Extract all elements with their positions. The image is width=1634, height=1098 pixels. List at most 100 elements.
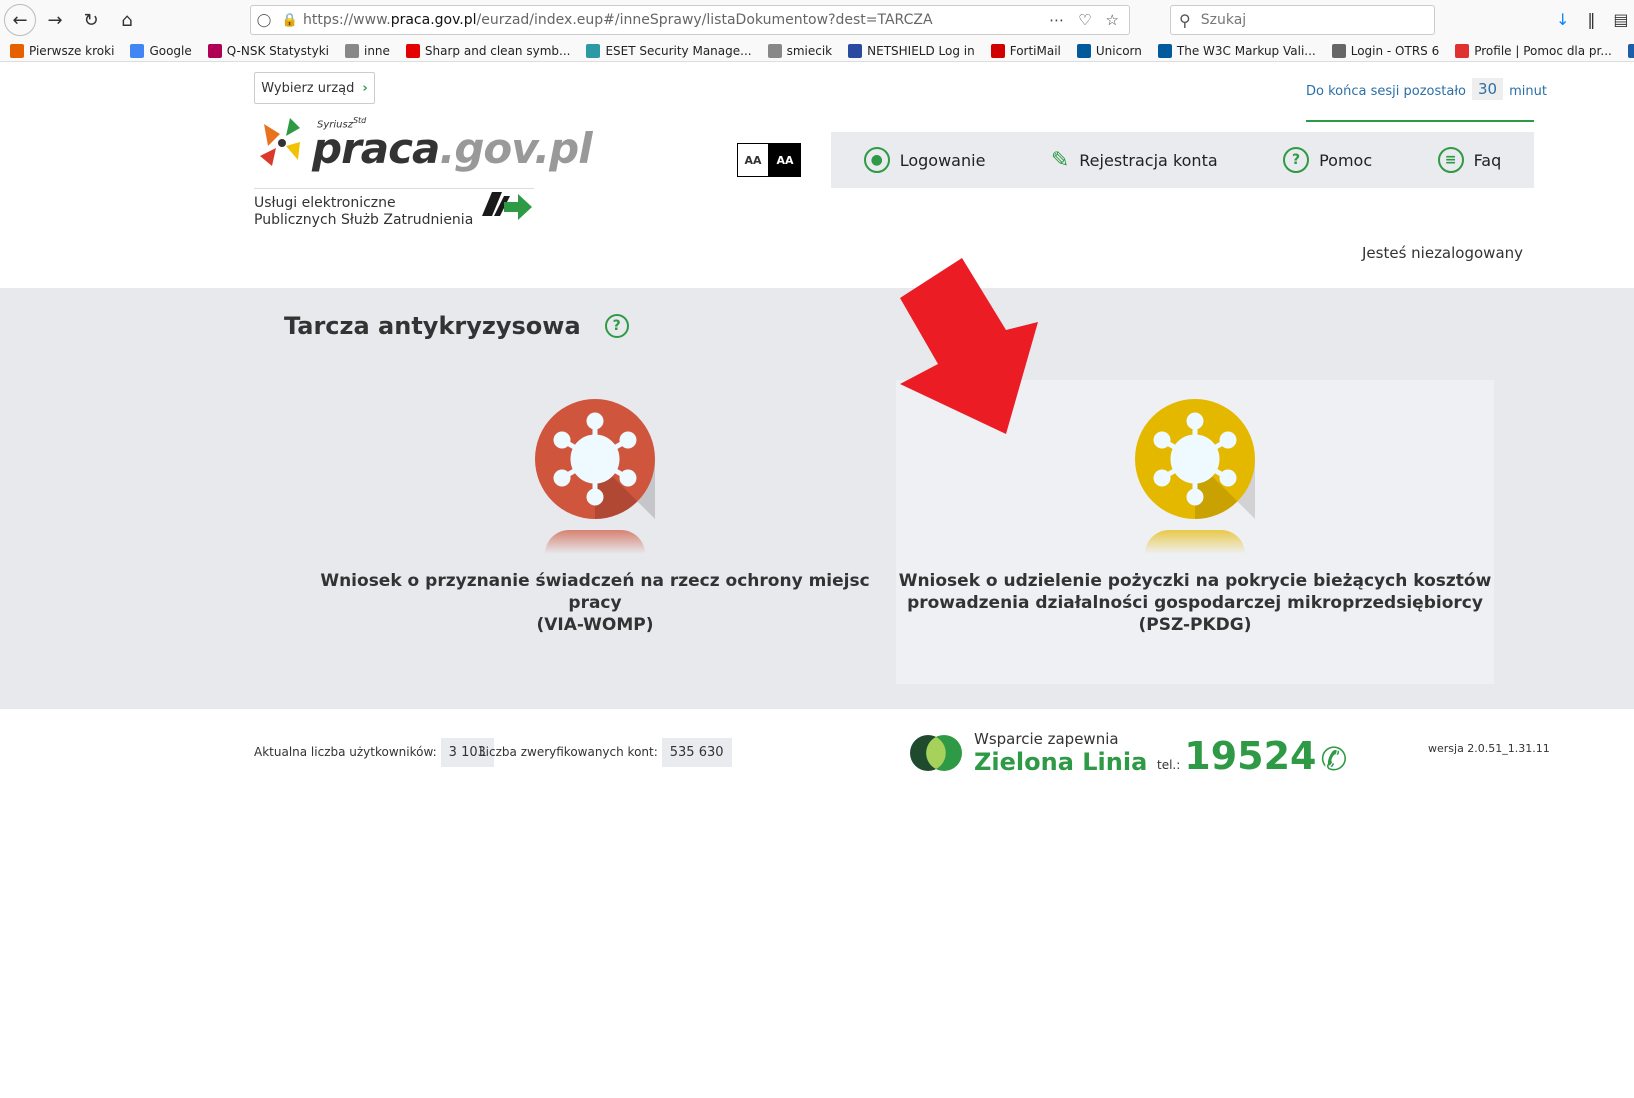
bookmark-label: Sharp and clean symb... [424,43,571,58]
session-unit: minut [1509,84,1547,99]
font-contrast-button[interactable]: AA [769,143,801,177]
verified-value: 535 630 [661,737,732,767]
url-path: /eurzad/index.eup#/inneSprawy/listaDokum… [476,12,933,28]
reload-icon[interactable]: ↻ [74,3,108,37]
bookmark-item[interactable]: Unicorn [1076,43,1142,58]
phone-icon: ✆ [1320,740,1348,778]
opera-icon [1455,43,1470,58]
help-icon[interactable]: ? [604,314,629,338]
verified-count: Liczba zweryfikowanych kont: 535 630 [479,737,732,767]
font-size-switch: AA AA [737,143,801,177]
chat-icon: ≡ [1437,147,1464,173]
card-label: Wniosek o przyznanie świadczeń na rzecz … [320,571,870,635]
download-icon[interactable]: ↓ [1556,10,1569,29]
support-name: Zielona Linia [974,748,1148,776]
bookmark-label: The W3C Markup Vali... [1176,43,1316,58]
virus-icon [535,399,655,519]
bookmark-label: Google [149,43,192,58]
bookmark-item[interactable]: Sharp and clean symb... [405,43,571,58]
home-icon[interactable]: ⌂ [110,3,144,37]
bookmark-item[interactable]: Vivotek ND9441P [1627,43,1634,58]
folder-icon [344,43,359,58]
firefox-icon [10,43,24,58]
vivotek-icon [1627,43,1634,58]
bookmark-item[interactable]: ESET Security Manage... [586,43,752,58]
bookmark-star-icon[interactable]: ☆ [1106,11,1119,29]
folder-icon [767,43,782,58]
menu-login[interactable]: ● Logowanie [863,147,986,173]
forward-icon[interactable]: → [38,3,72,37]
users-label: Aktualna liczba użytkowników: [254,745,437,759]
bookmark-item[interactable]: Q-NSK Statystyki [207,43,329,58]
bookmark-label: smiecik [786,43,833,58]
bookmark-item[interactable]: FortiMail [990,43,1061,58]
card-icon-reflection [1145,530,1245,554]
choose-office-label: Wybierz urząd [261,80,355,96]
library-icon[interactable]: ‖ [1587,10,1595,29]
bookmark-label: ESET Security Manage... [605,43,752,58]
bookmark-label: Profile | Pomoc dla pr... [1474,43,1612,58]
menu-login-label: Logowanie [899,150,986,170]
question-icon: ? [1283,147,1310,173]
bookmark-item[interactable]: inne [344,43,390,58]
swiss-icon [405,43,420,58]
card-icon-reflection [545,530,645,554]
google-icon [130,43,145,58]
bookmark-item[interactable]: Login - OTRS 6 [1331,43,1440,58]
search-placeholder: Szukaj [1200,12,1247,28]
session-timer: Do końca sesji pozostało 30 minut [1306,78,1547,122]
logo-figure-icon [260,118,300,166]
browser-toolbar: ← → ↻ ⌂ ◯ 🔒 https://www. praca.gov.pl/eur… [0,0,1634,40]
url-prefix: https://www. [303,12,391,28]
bookmark-item[interactable]: Google [130,43,192,58]
support-phone[interactable]: tel.: 19524 ✆ [1157,734,1347,778]
bookmark-label: FortiMail [1009,43,1061,58]
users-count: Aktualna liczba użytkowników: 3 103 [254,737,494,767]
tel-label: tel.: [1157,758,1181,772]
tracking-shield-icon[interactable]: ◯ [251,13,277,28]
logo-text: praca.gov.pl [312,124,593,173]
bookmark-item[interactable]: NETSHIELD Log in [848,43,975,58]
session-label: Do końca sesji pozostało [1306,84,1466,99]
font-normal-button[interactable]: AA [737,143,769,177]
bookmark-item[interactable]: Pierwsze kroki [10,43,114,58]
pocket-icon[interactable]: ♡ [1078,11,1091,29]
green-line-support[interactable]: Wsparcie zapewnia Zielona Linia [910,730,1147,776]
menu-faq[interactable]: ≡ Faq [1437,147,1502,173]
menu-help-label: Pomoc [1319,150,1373,170]
bookmark-item[interactable]: Profile | Pomoc dla pr... [1455,43,1612,58]
w3c-icon [1157,43,1172,58]
bookmark-item[interactable]: smiecik [767,43,833,58]
bookmarks-bar: Pierwsze kroki Google Q-NSK Statystyki inne… [0,40,1634,62]
menu-help[interactable]: ? Pomoc [1283,147,1372,173]
sidebar-icon[interactable]: ▤ [1613,10,1628,29]
main-menu: ● Logowanie ✎ Rejestracja konta ? Pomoc … [831,132,1534,188]
url-bar[interactable]: ◯ 🔒 https://www. praca.gov.pl/eurzad/inde… [250,5,1130,35]
card-via-womp[interactable]: Wniosek o przyznanie świadczeń na rzecz … [296,380,894,684]
back-icon[interactable]: ← [4,4,36,36]
choose-office-button[interactable]: Wybierz urząd › [254,72,375,104]
search-input[interactable]: ⚲ Szukaj [1170,5,1435,35]
bookmark-label: inne [363,43,390,58]
green-line-logo-icon [910,735,962,771]
shield-icon [848,43,863,58]
menu-faq-label: Faq [1473,150,1502,170]
eset-icon [586,43,601,58]
url-domain: praca.gov.pl [390,12,477,28]
red-arrow-icon [900,258,1038,434]
page-actions-icon[interactable]: ⋯ [1049,11,1064,29]
virus-icon [1135,399,1255,519]
search-icon: ⚲ [1179,10,1191,30]
session-minutes: 30 [1471,78,1504,100]
menu-register[interactable]: ✎ Rejestracja konta [1051,148,1218,173]
support-label: Wsparcie zapewnia [974,730,1119,748]
chevron-right-icon: › [362,80,368,96]
bookmark-label: Login - OTRS 6 [1350,43,1440,58]
menu-register-label: Rejestracja konta [1079,150,1218,170]
lock-icon[interactable]: 🔒 [277,13,303,28]
user-icon: ● [863,147,890,173]
otrs-icon [1331,43,1346,58]
page-title: Tarcza antykryzysowa ? [284,312,629,340]
logo-arrows-icon [482,192,532,220]
bookmark-item[interactable]: The W3C Markup Vali... [1157,43,1316,58]
